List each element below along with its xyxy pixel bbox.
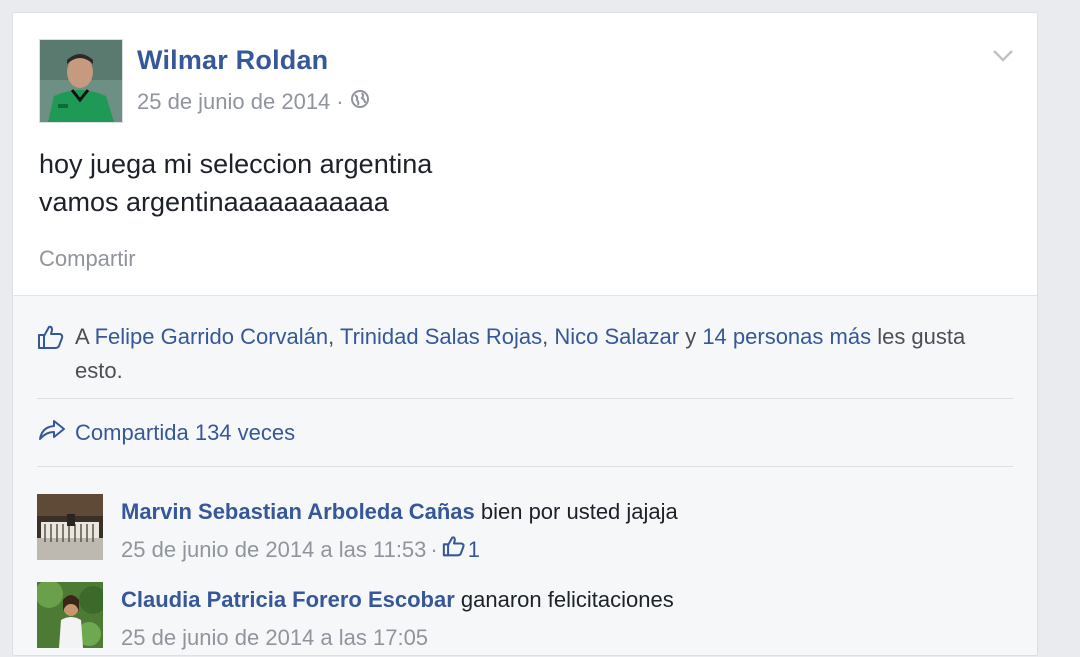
divider [37,398,1013,399]
thumbs-up-icon[interactable] [37,324,65,360]
comment-body: Marvin Sebastian Arboleda Cañas bien por… [121,496,678,566]
post-meta: 25 de junio de 2014 · [137,89,370,115]
meta-separator: · [336,89,344,114]
post-text-line: vamos argentinaaaaaaaaaaa [39,187,389,217]
likes-prefix: A [75,324,95,349]
comment: Marvin Sebastian Arboleda Cañas bien por… [37,494,1013,564]
author-avatar[interactable] [39,39,123,123]
post-date[interactable]: 25 de junio de 2014 [137,89,330,115]
post-body: hoy juega mi seleccion argentina vamos a… [39,145,432,221]
comment-meta: 25 de junio de 2014 a las 11:53 · 1 [121,534,678,566]
comment-text: ganaron felicitaciones [454,587,674,612]
comment-author[interactable]: Claudia Patricia Forero Escobar [121,587,455,612]
comment-avatar[interactable] [37,582,103,648]
globe-icon [350,89,370,115]
shares-summary[interactable]: Compartida 134 veces [37,418,295,448]
comment-author[interactable]: Marvin Sebastian Arboleda Cañas [121,499,475,524]
comment-body: Claudia Patricia Forero Escobar ganaron … [121,584,674,654]
post-text-line: hoy juega mi seleccion argentina [39,149,433,179]
liker-link[interactable]: Nico Salazar [554,324,679,349]
comment-like-count[interactable]: 1 [442,534,480,566]
chevron-down-icon[interactable] [991,47,1015,65]
likes-others-link[interactable]: 14 personas más [702,324,871,349]
shares-count-label: Compartida 134 veces [75,420,296,445]
post-header: Wilmar Roldan 25 de junio de 2014 · [39,39,1037,123]
likes-text: A Felipe Garrido Corvalán, Trinidad Sala… [37,320,1007,388]
likes-separator: , [328,324,340,349]
liker-link[interactable]: Trinidad Salas Rojas [340,324,542,349]
comment-text: bien por usted jajaja [474,499,678,524]
share-button[interactable]: Compartir [39,246,136,272]
likes-summary: A Felipe Garrido Corvalán, Trinidad Sala… [37,320,1007,388]
divider [37,466,1013,467]
likes-separator: , [542,324,555,349]
comment-timestamp[interactable]: 25 de junio de 2014 a las 17:05 [121,622,428,654]
post-card: Wilmar Roldan 25 de junio de 2014 · hoy … [12,12,1038,656]
post-author-name[interactable]: Wilmar Roldan [137,45,328,76]
share-arrow-icon [37,418,67,448]
post-footer: A Felipe Garrido Corvalán, Trinidad Sala… [13,295,1037,655]
comment-meta: 25 de junio de 2014 a las 17:05 [121,622,674,654]
liker-link[interactable]: Felipe Garrido Corvalán [95,324,329,349]
comment-avatar[interactable] [37,494,103,560]
meta-separator: · [430,537,438,562]
thumbs-up-icon [442,534,466,566]
comment-timestamp[interactable]: 25 de junio de 2014 a las 11:53 [121,534,426,566]
comment: Claudia Patricia Forero Escobar ganaron … [37,582,1013,652]
like-count-value: 1 [467,537,480,562]
likes-conjunction: y [679,324,703,349]
